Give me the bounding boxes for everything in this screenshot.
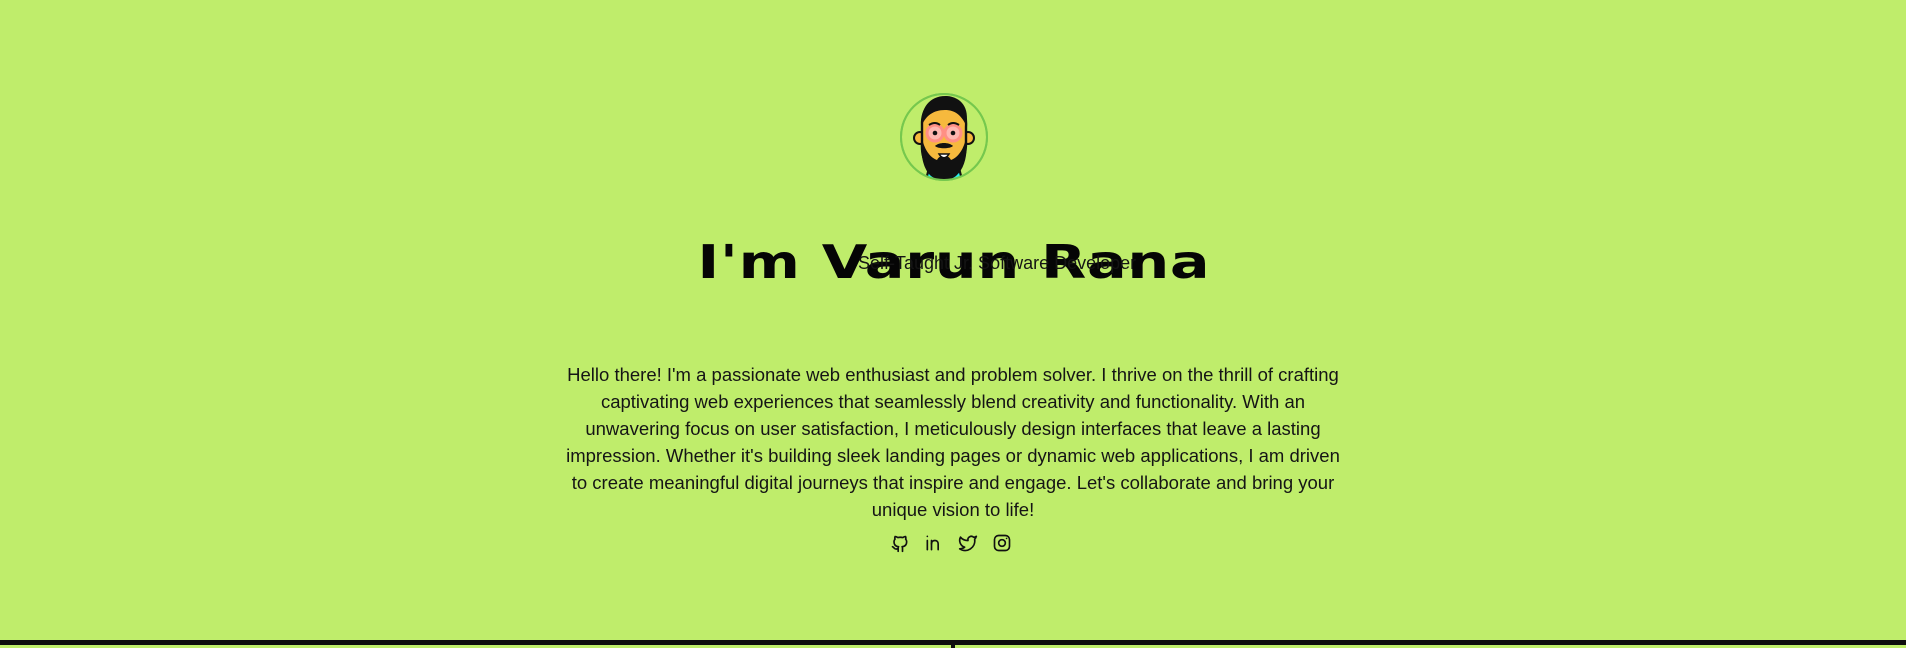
- twitter-link[interactable]: [956, 531, 980, 555]
- hero-section: I'm Varun Rana Self-Taught Jr. Software …: [0, 0, 1906, 640]
- divider-notch: [951, 643, 955, 648]
- instagram-icon: [993, 534, 1011, 552]
- avatar: [900, 90, 988, 184]
- linkedin-link[interactable]: [922, 531, 946, 555]
- instagram-link[interactable]: [990, 531, 1014, 555]
- github-icon: [891, 535, 908, 553]
- linkedin-icon: [926, 535, 939, 551]
- job-title: Self-Taught Jr. Software Developer: [858, 253, 1137, 273]
- github-link[interactable]: [888, 531, 912, 555]
- social-links: [888, 531, 1014, 555]
- about-paragraph: Hello there! I'm a passionate web enthus…: [566, 363, 1340, 520]
- avatar-illustration: [900, 93, 988, 181]
- twitter-icon: [958, 535, 978, 552]
